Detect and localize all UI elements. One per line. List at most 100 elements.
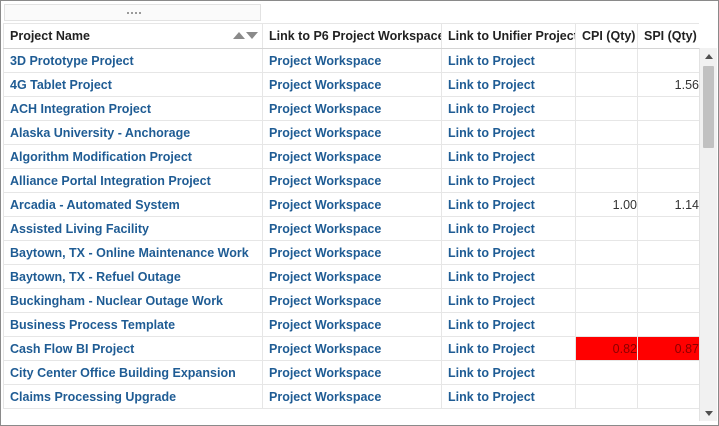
project-name-link[interactable]: Business Process Template: [10, 318, 175, 332]
table-row: Claims Processing Upgrade Project Workspa…: [3, 384, 700, 409]
project-name-link-cell: Algorithm Modification Project: [3, 144, 263, 169]
scroll-up-button[interactable]: [700, 48, 717, 64]
column-header-p6-link[interactable]: Link to P6 Project Workspace: [262, 23, 442, 49]
table-row: Buckingham - Nuclear Outage Work Project …: [3, 288, 700, 313]
p6-workspace-link[interactable]: Project Workspace: [269, 318, 381, 332]
unifier-project-link[interactable]: Link to Project: [448, 342, 535, 356]
project-name-link-cell: 4G Tablet Project: [3, 72, 263, 97]
sort-ascending-icon[interactable]: [233, 32, 245, 39]
column-drag-bar[interactable]: [4, 4, 261, 21]
scrollbar-thumb[interactable]: [703, 66, 714, 148]
unifier-project-link[interactable]: Link to Project: [448, 198, 535, 212]
p6-workspace-link[interactable]: Project Workspace: [269, 222, 381, 236]
unifier-project-link-cell: Link to Project: [441, 288, 576, 313]
table-row: Assisted Living Facility Project Workspac…: [3, 216, 700, 241]
p6-workspace-link[interactable]: Project Workspace: [269, 150, 381, 164]
p6-workspace-link-cell: Project Workspace: [262, 168, 442, 193]
project-name-link[interactable]: Baytown, TX - Online Maintenance Work: [10, 246, 249, 260]
unifier-project-link[interactable]: Link to Project: [448, 174, 535, 188]
p6-workspace-link[interactable]: Project Workspace: [269, 390, 381, 404]
unifier-project-link-cell: Link to Project: [441, 240, 576, 265]
project-name-link-cell: Assisted Living Facility: [3, 216, 263, 241]
column-header-spi[interactable]: SPI (Qty): [637, 23, 700, 49]
sort-controls[interactable]: [233, 32, 258, 39]
spi-value-cell: 1.56: [637, 72, 700, 97]
p6-workspace-link[interactable]: Project Workspace: [269, 246, 381, 260]
unifier-project-link[interactable]: Link to Project: [448, 390, 535, 404]
sort-descending-icon[interactable]: [246, 32, 258, 39]
header-filler: [699, 23, 716, 49]
unifier-project-link[interactable]: Link to Project: [448, 246, 535, 260]
p6-workspace-link[interactable]: Project Workspace: [269, 270, 381, 284]
chevron-down-icon: [704, 410, 713, 416]
unifier-project-link-cell: Link to Project: [441, 48, 576, 73]
table-row: Baytown, TX - Refuel Outage Project Works…: [3, 264, 700, 289]
unifier-project-link[interactable]: Link to Project: [448, 102, 535, 116]
p6-workspace-link-cell: Project Workspace: [262, 120, 442, 145]
unifier-project-link-cell: Link to Project: [441, 120, 576, 145]
p6-workspace-link[interactable]: Project Workspace: [269, 294, 381, 308]
p6-workspace-link[interactable]: Project Workspace: [269, 342, 381, 356]
table-row: Alliance Portal Integration Project Proje…: [3, 168, 700, 193]
column-header-unifier-link[interactable]: Link to Unifier Project: [441, 23, 576, 49]
spi-value-cell: [637, 288, 700, 313]
p6-workspace-link[interactable]: Project Workspace: [269, 198, 381, 212]
p6-workspace-link[interactable]: Project Workspace: [269, 126, 381, 140]
unifier-project-link-cell: Link to Project: [441, 216, 576, 241]
project-name-link[interactable]: Algorithm Modification Project: [10, 150, 192, 164]
p6-workspace-link[interactable]: Project Workspace: [269, 54, 381, 68]
unifier-project-link[interactable]: Link to Project: [448, 78, 535, 92]
cpi-value-cell: 1.00: [575, 192, 638, 217]
p6-workspace-link-cell: Project Workspace: [262, 96, 442, 121]
project-name-link[interactable]: Arcadia - Automated System: [10, 198, 180, 212]
scroll-down-button[interactable]: [700, 405, 717, 421]
spi-value-cell: [637, 384, 700, 409]
unifier-project-link[interactable]: Link to Project: [448, 150, 535, 164]
project-name-link[interactable]: Alaska University - Anchorage: [10, 126, 190, 140]
p6-workspace-link-cell: Project Workspace: [262, 384, 442, 409]
project-name-link[interactable]: Buckingham - Nuclear Outage Work: [10, 294, 223, 308]
unifier-project-link[interactable]: Link to Project: [448, 294, 535, 308]
unifier-project-link-cell: Link to Project: [441, 336, 576, 361]
spi-value-cell: [637, 168, 700, 193]
project-name-link-cell: Alaska University - Anchorage: [3, 120, 263, 145]
unifier-project-link-cell: Link to Project: [441, 312, 576, 337]
project-name-link[interactable]: Claims Processing Upgrade: [10, 390, 176, 404]
unifier-project-link[interactable]: Link to Project: [448, 270, 535, 284]
p6-workspace-link[interactable]: Project Workspace: [269, 174, 381, 188]
unifier-project-link[interactable]: Link to Project: [448, 318, 535, 332]
p6-workspace-link-cell: Project Workspace: [262, 312, 442, 337]
unifier-project-link[interactable]: Link to Project: [448, 366, 535, 380]
drag-grip-icon: [127, 12, 141, 16]
vertical-scrollbar[interactable]: [699, 48, 717, 421]
unifier-project-link[interactable]: Link to Project: [448, 126, 535, 140]
project-table: Project Name Link to P6 Project Workspac…: [3, 23, 700, 409]
unifier-project-link-cell: Link to Project: [441, 264, 576, 289]
p6-workspace-link-cell: Project Workspace: [262, 192, 442, 217]
project-name-link-cell: Cash Flow BI Project: [3, 336, 263, 361]
project-name-link[interactable]: 3D Prototype Project: [10, 54, 134, 68]
unifier-project-link[interactable]: Link to Project: [448, 54, 535, 68]
project-name-link[interactable]: Cash Flow BI Project: [10, 342, 134, 356]
project-name-link[interactable]: City Center Office Building Expansion: [10, 366, 236, 380]
column-header-project-name[interactable]: Project Name: [3, 23, 263, 49]
cpi-value: 1.00: [612, 197, 637, 212]
project-name-link[interactable]: 4G Tablet Project: [10, 78, 112, 92]
p6-workspace-link-cell: Project Workspace: [262, 360, 442, 385]
column-header-cpi[interactable]: CPI (Qty): [575, 23, 638, 49]
cpi-value-cell: [575, 144, 638, 169]
p6-workspace-link-cell: Project Workspace: [262, 72, 442, 97]
table-row: Algorithm Modification Project Project Wo…: [3, 144, 700, 169]
p6-workspace-link[interactable]: Project Workspace: [269, 78, 381, 92]
spi-value: 1.56: [674, 77, 699, 92]
table-row: ACH Integration Project Project Workspace…: [3, 96, 700, 121]
cpi-value-cell: [575, 96, 638, 121]
project-name-link[interactable]: ACH Integration Project: [10, 102, 151, 116]
spi-value: 1.14: [674, 197, 699, 212]
project-name-link[interactable]: Assisted Living Facility: [10, 222, 149, 236]
project-name-link[interactable]: Alliance Portal Integration Project: [10, 174, 211, 188]
p6-workspace-link[interactable]: Project Workspace: [269, 102, 381, 116]
unifier-project-link[interactable]: Link to Project: [448, 222, 535, 236]
p6-workspace-link[interactable]: Project Workspace: [269, 366, 381, 380]
project-name-link[interactable]: Baytown, TX - Refuel Outage: [10, 270, 181, 284]
